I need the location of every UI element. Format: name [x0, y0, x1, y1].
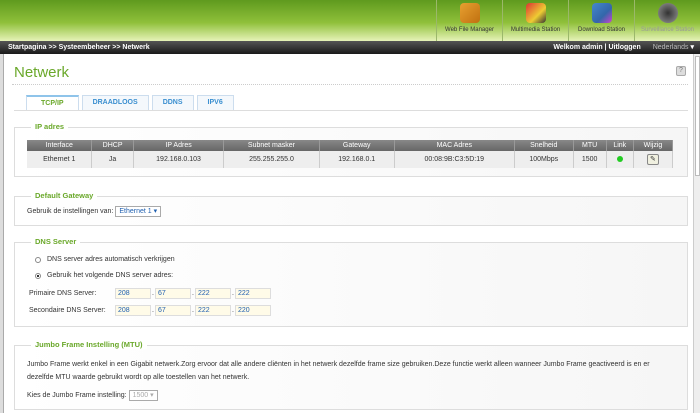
col-header: DHCP: [91, 140, 134, 151]
col-header: Link: [606, 140, 634, 151]
dns-manual-radio[interactable]: [35, 272, 41, 279]
section-legend: IP adres: [31, 122, 69, 131]
cell: 192.168.0.103: [133, 151, 225, 168]
cell: 00:08:9B:C3:5D:19: [394, 151, 515, 168]
tab-ipv6[interactable]: IPV6: [196, 95, 234, 110]
cell: ✎: [633, 151, 674, 168]
secondary-dns-octet-4[interactable]: 220: [235, 305, 271, 316]
section-legend: Jumbo Frame Instelling (MTU): [31, 340, 147, 349]
jumbo-frame-section: Jumbo Frame Instelling (MTU) Jumbo Frame…: [14, 340, 688, 410]
page-title: Netwerk: [14, 64, 70, 81]
section-legend: Default Gateway: [31, 191, 98, 200]
camera-icon: [657, 3, 678, 23]
jumbo-description: Jumbo Frame werkt enkel in een Gigabit n…: [27, 361, 650, 381]
cell: [606, 151, 634, 168]
edit-icon[interactable]: ✎: [646, 154, 659, 165]
tab-ddns[interactable]: DDNS: [151, 95, 194, 110]
gateway-label: Gebruik de instellingen van:: [27, 208, 114, 215]
radio-label: Gebruik het volgende DNS server adres:: [47, 272, 174, 279]
ip-table: Interface DHCP IP Adres Subnet masker Gatewa…: [27, 140, 674, 168]
divider: [12, 84, 688, 85]
welcome-logout[interactable]: Welkom admin | Uitloggen: [553, 44, 640, 51]
language-select[interactable]: Nederlands: [653, 44, 689, 51]
jumbo-select[interactable]: 1500 ▾: [128, 390, 158, 401]
tab-divider: [14, 110, 688, 111]
cell: 1500: [573, 151, 607, 168]
secondary-dns-octet-2[interactable]: 67: [155, 305, 191, 316]
table-row: Ethernet 1 Ja 192.168.0.103 255.255.255.0 19…: [27, 151, 674, 168]
nav-bar: Startpagina >> Systeembeheer >> Netwerk …: [0, 41, 700, 54]
left-border: [0, 54, 4, 413]
primary-dns-label: Primaire DNS Server:: [29, 290, 97, 297]
cell: 100Mbps: [514, 151, 574, 168]
radio-label: DNS server adres automatisch verkrijgen: [47, 256, 175, 263]
folder-search-icon: [459, 3, 480, 23]
tab-draadloos[interactable]: DRAADLOOS: [81, 95, 149, 110]
cell: Ja: [91, 151, 134, 168]
col-header: MTU: [573, 140, 607, 151]
gateway-select[interactable]: Ethernet 1 ▾: [115, 206, 162, 217]
cell: 192.168.0.1: [319, 151, 395, 168]
col-header: Subnet masker: [223, 140, 320, 151]
jumbo-label: Kies de Jumbo Frame instelling:: [27, 392, 127, 399]
secondary-dns-octet-1[interactable]: 208: [115, 305, 151, 316]
col-header: Snelheid: [514, 140, 574, 151]
chevron-down-icon[interactable]: ▾: [690, 44, 694, 51]
col-header: Wijzig: [633, 140, 674, 151]
breadcrumb[interactable]: Startpagina >> Systeembeheer >> Netwerk: [8, 44, 150, 51]
web-file-manager-button[interactable]: Web File Manager: [436, 0, 502, 41]
col-header: Interface: [27, 140, 93, 151]
link-status-icon: [616, 155, 623, 162]
dns-server-section: DNS Server DNS server adres automatisch …: [14, 237, 688, 327]
surveillance-station-button[interactable]: Surveillance Station: [634, 0, 700, 41]
help-icon[interactable]: ?: [676, 66, 686, 76]
primary-dns-octet-2[interactable]: 67: [155, 288, 191, 299]
cell: Ethernet 1: [27, 151, 93, 168]
multimedia-station-button[interactable]: Multimedia Station: [502, 0, 568, 41]
secondary-dns-label: Secondaire DNS Server:: [29, 307, 106, 314]
scrollbar[interactable]: [693, 54, 700, 413]
download-icon: [591, 3, 612, 23]
col-header: MAC Adres: [394, 140, 515, 151]
ip-address-section: IP adres Interface DHCP IP Adres Subnet mas…: [14, 122, 688, 177]
tab-tcpip[interactable]: TCP/IP: [26, 95, 79, 110]
top-banner: Web File Manager Multimedia Station Down…: [0, 0, 700, 41]
col-header: IP Adres: [133, 140, 225, 151]
section-legend: DNS Server: [31, 237, 81, 246]
multimedia-icon: [525, 3, 546, 23]
default-gateway-section: Default Gateway Gebruik de instellingen …: [14, 191, 688, 226]
cell: 255.255.255.0: [223, 151, 320, 168]
secondary-dns-octet-3[interactable]: 222: [195, 305, 231, 316]
dns-auto-radio[interactable]: [35, 256, 41, 263]
primary-dns-octet-3[interactable]: 222: [195, 288, 231, 299]
download-station-button[interactable]: Download Station: [568, 0, 634, 41]
primary-dns-octet-4[interactable]: 222: [235, 288, 271, 299]
primary-dns-octet-1[interactable]: 208: [115, 288, 151, 299]
col-header: Gateway: [319, 140, 395, 151]
